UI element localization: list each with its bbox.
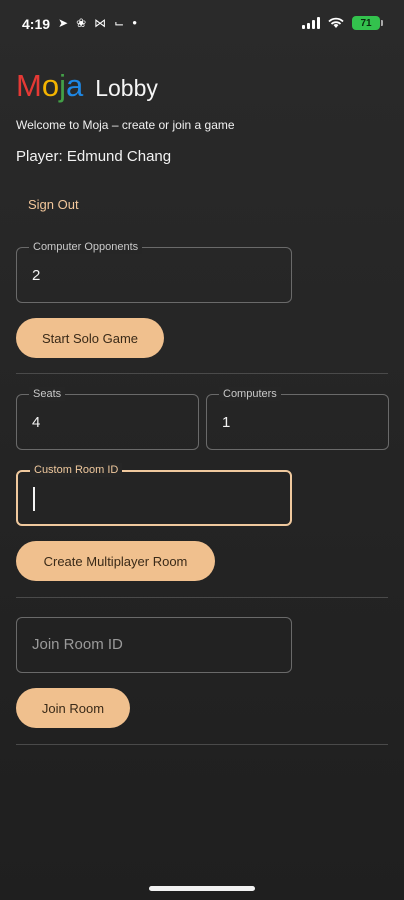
start-solo-game-button[interactable]: Start Solo Game	[16, 318, 164, 358]
text-cursor	[33, 487, 35, 511]
battery-level: 71	[360, 17, 372, 29]
page-title: Lobby	[95, 75, 158, 101]
dot-icon: ●	[132, 18, 138, 27]
seats-field[interactable]: Seats 4	[16, 387, 199, 450]
status-bar: 4:19 ➤ ❀ ⋈ ⌙ ● 71	[0, 0, 404, 52]
drone-icon: ⌙	[114, 16, 125, 30]
custom-room-id-field[interactable]: Custom Room ID	[16, 463, 292, 526]
telegram-icon: ➤	[58, 16, 69, 30]
player-name: Player: Edmund Chang	[16, 148, 172, 165]
notification-icons: ➤ ❀ ⋈ ⌙ ●	[58, 17, 137, 29]
section-divider	[16, 373, 388, 374]
create-multiplayer-room-button[interactable]: Create Multiplayer Room	[16, 541, 215, 581]
home-indicator[interactable]	[149, 886, 255, 891]
flower-icon: ❀	[76, 16, 87, 30]
status-time: 4:19	[22, 16, 51, 32]
computer-opponents-label: Computer Opponents	[29, 240, 143, 254]
sign-out-button[interactable]: Sign Out	[28, 197, 79, 212]
computer-opponents-value: 2	[32, 267, 41, 284]
section-divider	[16, 597, 388, 598]
computer-opponents-field[interactable]: Computer Opponents 2	[16, 240, 292, 303]
section-divider	[16, 744, 388, 745]
computers-field[interactable]: Computers 1	[206, 387, 389, 450]
bowtie-icon: ⋈	[94, 16, 107, 30]
seats-value: 4	[32, 414, 41, 431]
system-indicators: 71	[302, 16, 383, 30]
custom-room-id-label: Custom Room ID	[30, 463, 123, 477]
join-room-id-placeholder: Join Room ID	[32, 636, 123, 653]
app-title: Moja Lobby	[16, 68, 158, 104]
computers-value: 1	[222, 414, 231, 431]
moja-logo: Moja	[16, 68, 84, 103]
wifi-icon	[328, 17, 344, 28]
join-room-id-field[interactable]: Join Room ID	[16, 617, 292, 673]
welcome-text: Welcome to Moja – create or join a game	[16, 118, 235, 132]
seats-label: Seats	[29, 387, 66, 401]
battery-icon: 71	[352, 16, 383, 30]
computers-label: Computers	[219, 387, 281, 401]
signal-icon	[302, 17, 320, 29]
join-room-button[interactable]: Join Room	[16, 688, 130, 728]
